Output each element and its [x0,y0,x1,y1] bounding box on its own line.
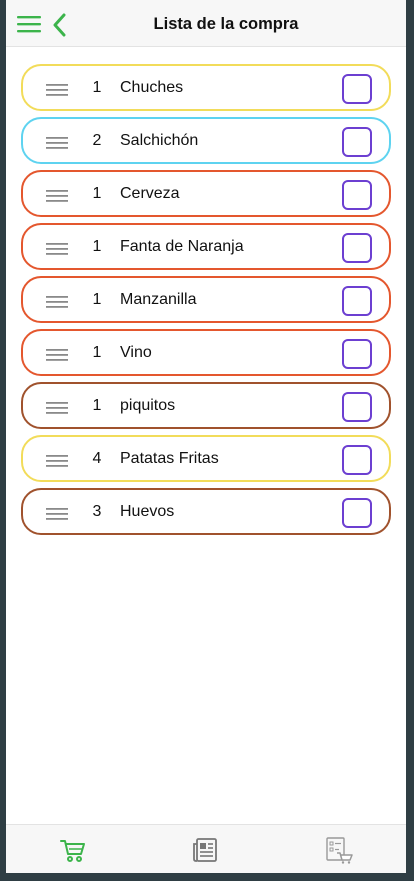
item-quantity: 1 [92,344,102,361]
item-quantity: 1 [92,397,102,414]
list-item: 1 Fanta de Naranja [21,223,391,270]
bottom-tab-bar [6,824,406,873]
item-quantity: 3 [92,503,102,520]
item-checkbox[interactable] [342,127,372,157]
item-name: Fanta de Naranja [120,238,244,255]
item-checkbox[interactable] [342,392,372,422]
shopping-cart-icon[interactable] [59,836,87,864]
list-item: 1 Manzanilla [21,276,391,323]
item-name: Chuches [120,79,184,96]
checklist-cart-icon[interactable] [324,836,353,864]
item-checkbox[interactable] [342,445,372,475]
item-checkbox[interactable] [342,180,372,210]
item-quantity: 1 [92,238,102,255]
item-name: Vino [120,344,152,361]
header-bar: Lista de la compra [6,0,406,47]
hamburger-menu-icon[interactable] [17,15,41,33]
drag-handle-icon[interactable] [46,507,70,520]
list-item: 1 Cerveza [21,170,391,217]
item-checkbox[interactable] [342,74,372,104]
item-checkbox[interactable] [342,233,372,263]
drag-handle-icon[interactable] [46,454,70,467]
list-item: 4 Patatas Fritas [21,435,391,482]
item-name: Huevos [120,503,175,520]
item-name: piquitos [120,397,176,414]
list-item: 3 Huevos [21,488,391,535]
shopping-list: 1 Chuches 2 Salchichón 1 Cerveza 1 Fanta… [21,64,391,541]
page-title: Lista de la compra [153,15,299,33]
item-name: Manzanilla [120,291,197,308]
drag-handle-icon[interactable] [46,83,70,96]
item-name: Patatas Fritas [120,450,219,467]
list-item: 1 piquitos [21,382,391,429]
drag-handle-icon[interactable] [46,136,70,149]
chevron-left-icon[interactable] [52,13,68,37]
list-item: 1 Vino [21,329,391,376]
app-screen: Lista de la compra 1 Chuches 2 Salchichó… [6,0,406,873]
item-name: Salchichón [120,132,199,149]
item-quantity: 1 [92,185,102,202]
item-checkbox[interactable] [342,286,372,316]
item-quantity: 1 [92,79,102,96]
list-item: 1 Chuches [21,64,391,111]
item-checkbox[interactable] [342,498,372,528]
drag-handle-icon[interactable] [46,242,70,255]
newspaper-icon[interactable] [192,836,220,864]
list-item: 2 Salchichón [21,117,391,164]
item-checkbox[interactable] [342,339,372,369]
drag-handle-icon[interactable] [46,401,70,414]
item-quantity: 4 [92,450,102,467]
drag-handle-icon[interactable] [46,295,70,308]
drag-handle-icon[interactable] [46,189,70,202]
item-quantity: 1 [92,291,102,308]
item-quantity: 2 [92,132,102,149]
drag-handle-icon[interactable] [46,348,70,361]
item-name: Cerveza [120,185,180,202]
